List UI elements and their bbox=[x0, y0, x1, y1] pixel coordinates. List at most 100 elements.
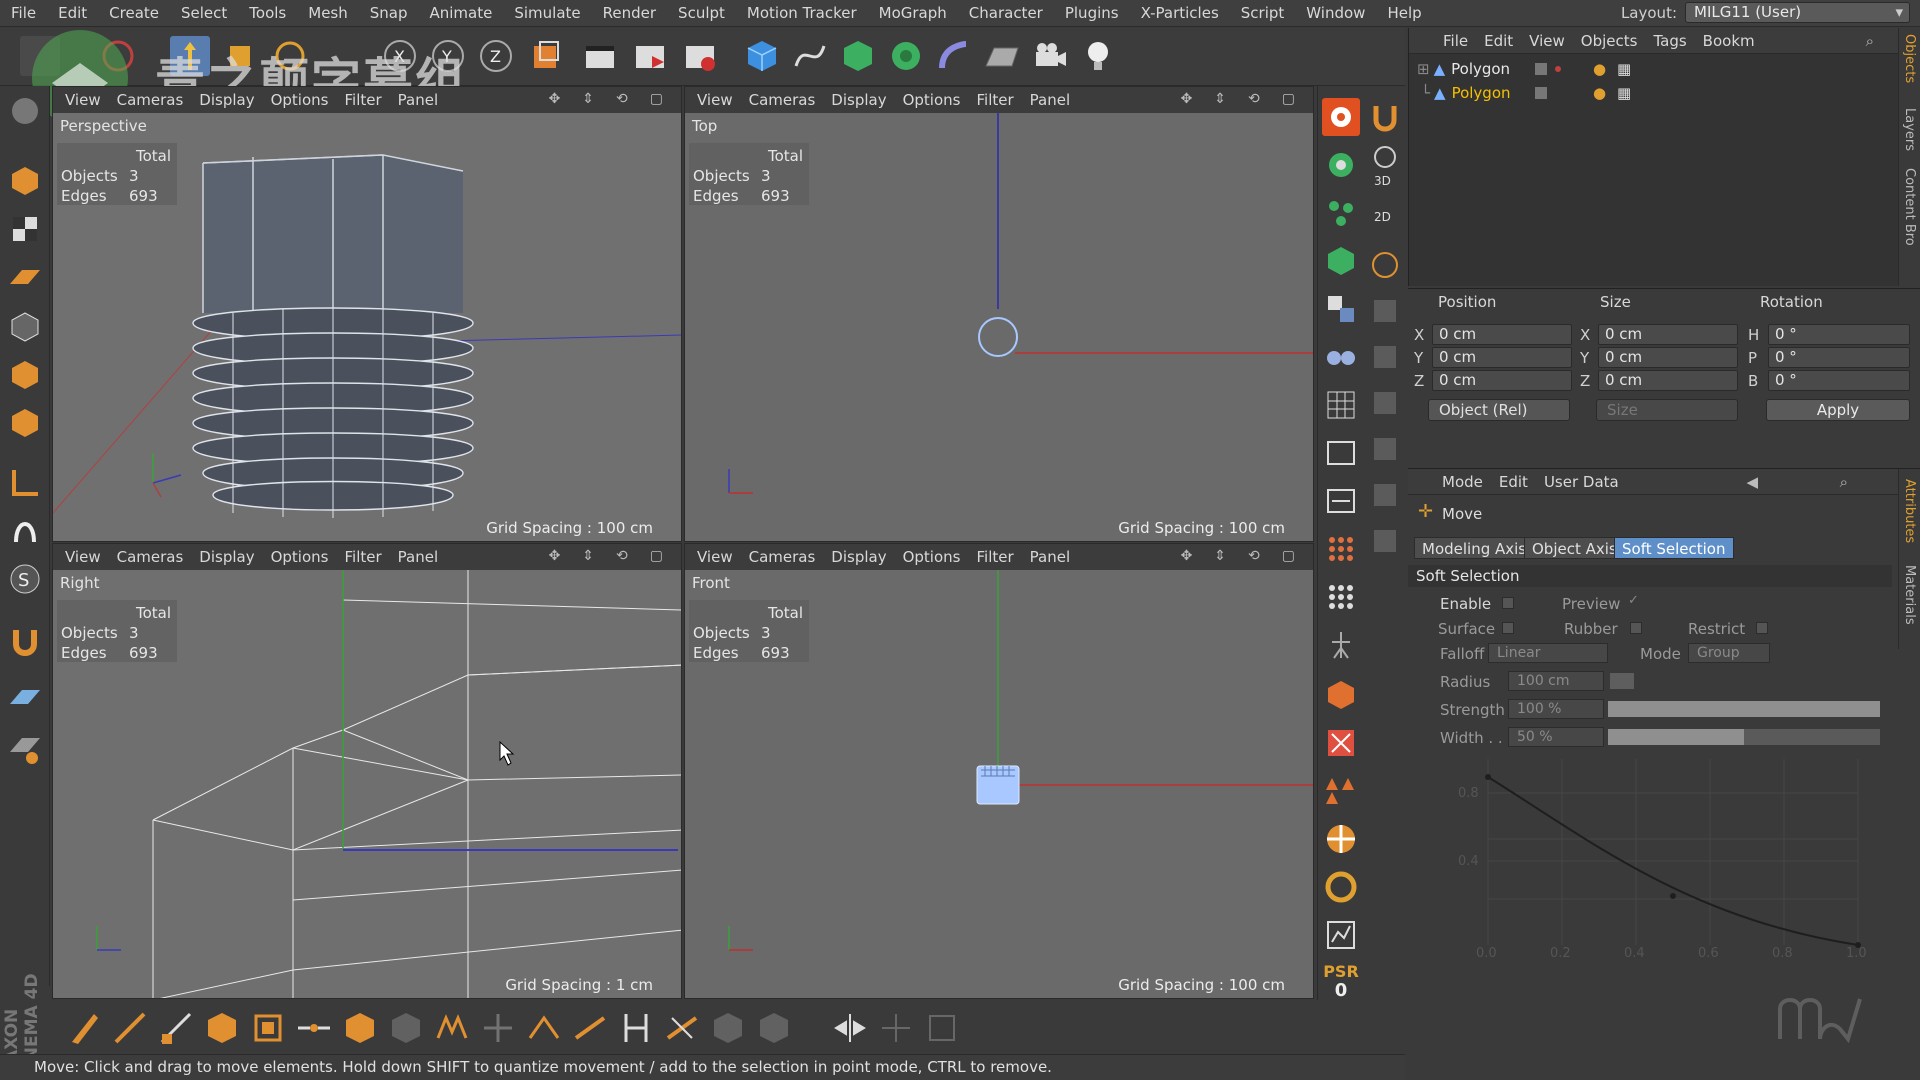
menu-plugins[interactable]: Plugins bbox=[1054, 4, 1130, 22]
width-slider[interactable] bbox=[1608, 729, 1880, 745]
radius-slider[interactable] bbox=[1610, 673, 1634, 689]
tweak-mode-icon[interactable] bbox=[6, 512, 44, 550]
vp-menu-display[interactable]: Display bbox=[195, 548, 266, 566]
snap-2d-label[interactable]: 2D bbox=[1374, 210, 1391, 224]
array-object-icon[interactable] bbox=[886, 36, 926, 76]
magnet-icon[interactable] bbox=[6, 622, 44, 660]
cinema-render-icon[interactable] bbox=[1322, 98, 1360, 136]
point-grid-icon[interactable] bbox=[1322, 578, 1360, 616]
render-settings-icon[interactable] bbox=[680, 36, 720, 76]
polygon-pen-icon[interactable] bbox=[156, 1008, 196, 1048]
size-x-field[interactable]: 0 cm bbox=[1598, 324, 1738, 345]
pos-y-field[interactable]: 0 cm bbox=[1432, 347, 1572, 368]
vp-menu-view[interactable]: View bbox=[693, 91, 745, 109]
green-cube-icon[interactable] bbox=[1322, 242, 1360, 280]
rotate-view-icon[interactable]: ⟲ bbox=[612, 91, 640, 107]
coordinate-mode-dropdown[interactable]: Object (Rel) bbox=[1428, 399, 1570, 421]
rotate-snap-icon[interactable] bbox=[1366, 246, 1404, 284]
close-hole-icon[interactable] bbox=[432, 1008, 472, 1048]
vp-menu-options[interactable]: Options bbox=[267, 548, 341, 566]
particles-icon[interactable] bbox=[1322, 194, 1360, 232]
enable-checkbox[interactable] bbox=[1502, 597, 1514, 609]
layout-dropdown[interactable]: MILG11 (User) bbox=[1685, 2, 1910, 23]
phong-tag-icon[interactable]: ● bbox=[1593, 60, 1606, 78]
character-icon[interactable] bbox=[1322, 626, 1360, 664]
render-picture-viewer-icon[interactable] bbox=[630, 36, 670, 76]
viewport-front[interactable]: View Cameras Display Options Filter Pane… bbox=[684, 543, 1314, 999]
dolly-view-icon[interactable]: ⇕ bbox=[578, 91, 606, 107]
vp-menu-options[interactable]: Options bbox=[899, 91, 973, 109]
menu-window[interactable]: Window bbox=[1295, 4, 1376, 22]
om-menu-edit[interactable]: Edit bbox=[1480, 32, 1525, 50]
rot-p-field[interactable]: 0 ° bbox=[1768, 347, 1910, 368]
stitch-icon[interactable] bbox=[524, 1008, 564, 1048]
recycle-icon[interactable] bbox=[1322, 868, 1360, 906]
viewport-perspective[interactable]: View Cameras Display Options Filter Pane… bbox=[52, 86, 682, 542]
rotate-view-icon[interactable]: ⟲ bbox=[1244, 91, 1272, 107]
timeline-icon[interactable] bbox=[1322, 916, 1360, 954]
viewport-top[interactable]: View Cameras Display Options Filter Pane… bbox=[684, 86, 1314, 542]
planar-workplane-icon[interactable] bbox=[6, 730, 44, 768]
snap-3d-label[interactable]: 3D bbox=[1374, 174, 1391, 188]
mirror-icon[interactable] bbox=[830, 1008, 870, 1048]
vp-menu-filter[interactable]: Filter bbox=[972, 91, 1025, 109]
slide-icon[interactable] bbox=[570, 1008, 610, 1048]
visibility-toggle[interactable] bbox=[1535, 63, 1547, 75]
restrict-checkbox[interactable] bbox=[1756, 622, 1768, 634]
transfer-icon[interactable] bbox=[1322, 434, 1360, 472]
vp-menu-view[interactable]: View bbox=[693, 548, 745, 566]
object-name[interactable]: Polygon bbox=[1451, 60, 1510, 78]
vp-menu-cameras[interactable]: Cameras bbox=[745, 91, 828, 109]
menu-animate[interactable]: Animate bbox=[419, 4, 504, 22]
falloff-curve-graph[interactable]: 0.8 0.4 0.0 0.2 0.4 0.6 0.8 1.0 bbox=[1438, 749, 1898, 959]
rotate-view-icon[interactable]: ⟲ bbox=[612, 548, 640, 564]
material-tag-icon[interactable]: ▦ bbox=[1617, 60, 1631, 78]
vp-menu-view[interactable]: View bbox=[61, 548, 113, 566]
viewport-canvas[interactable]: Right Total Objects 3 Edges 693 Grid Spa… bbox=[53, 570, 681, 998]
tab-object-axis[interactable]: Object Axis bbox=[1524, 537, 1625, 559]
align-icon[interactable] bbox=[1322, 482, 1360, 520]
vp-menu-filter[interactable]: Filter bbox=[340, 548, 393, 566]
pos-z-field[interactable]: 0 cm bbox=[1432, 370, 1572, 391]
search-icon[interactable]: ⌕ bbox=[1862, 32, 1886, 50]
dot-array-icon[interactable] bbox=[1322, 530, 1360, 568]
surface-checkbox[interactable] bbox=[1502, 622, 1514, 634]
strength-field[interactable]: 100 % bbox=[1508, 699, 1604, 719]
vp-menu-panel[interactable]: Panel bbox=[394, 91, 450, 109]
attr-menu-mode[interactable]: Mode bbox=[1438, 473, 1495, 491]
search-icon[interactable]: ⌕ bbox=[1836, 473, 1860, 491]
size-y-field[interactable]: 0 cm bbox=[1598, 347, 1738, 368]
visibility-toggle[interactable] bbox=[1535, 87, 1547, 99]
floor-object-icon[interactable] bbox=[982, 36, 1022, 76]
weld-icon[interactable] bbox=[478, 1008, 518, 1048]
radius-field[interactable]: 100 cm bbox=[1508, 671, 1604, 691]
magnet-tool-icon[interactable] bbox=[1366, 98, 1404, 136]
strength-slider[interactable] bbox=[1608, 701, 1880, 717]
vp-menu-options[interactable]: Options bbox=[899, 548, 973, 566]
om-menu-view[interactable]: View bbox=[1525, 32, 1577, 50]
vp-menu-display[interactable]: Display bbox=[827, 91, 898, 109]
menu-help[interactable]: Help bbox=[1376, 4, 1432, 22]
snap-settings-icon[interactable] bbox=[1366, 138, 1404, 176]
viewport-right[interactable]: View Cameras Display Options Filter Pane… bbox=[52, 543, 682, 999]
om-menu-tags[interactable]: Tags bbox=[1649, 32, 1698, 50]
menu-mograph[interactable]: MoGraph bbox=[868, 4, 958, 22]
material-tag-icon[interactable]: ▦ bbox=[1617, 84, 1631, 102]
line-cut-icon[interactable] bbox=[110, 1008, 150, 1048]
menu-mesh[interactable]: Mesh bbox=[297, 4, 359, 22]
object-name-selected[interactable]: Polygon bbox=[1452, 84, 1511, 102]
grid-array-icon[interactable] bbox=[1322, 386, 1360, 424]
move-view-icon[interactable]: ✥ bbox=[1177, 91, 1205, 107]
maximize-view-icon[interactable]: ▢ bbox=[1278, 91, 1307, 107]
menu-character[interactable]: Character bbox=[958, 4, 1054, 22]
workplane-lock-icon[interactable] bbox=[6, 682, 44, 720]
om-menu-file[interactable]: File bbox=[1439, 32, 1480, 50]
vp-menu-display[interactable]: Display bbox=[827, 548, 898, 566]
vtab-layers[interactable]: Layers bbox=[1902, 108, 1917, 151]
pos-x-field[interactable]: 0 cm bbox=[1432, 324, 1572, 345]
maximize-view-icon[interactable]: ▢ bbox=[646, 91, 675, 107]
menu-file[interactable]: File bbox=[0, 4, 47, 22]
vp-menu-filter[interactable]: Filter bbox=[972, 548, 1025, 566]
move-view-icon[interactable]: ✥ bbox=[545, 548, 573, 564]
render-view-icon[interactable] bbox=[580, 36, 620, 76]
